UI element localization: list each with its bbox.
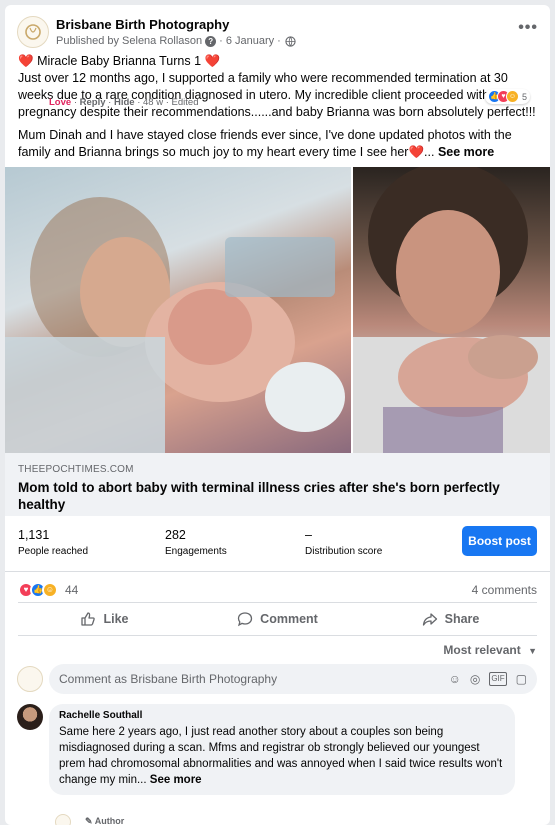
link-preview-caption[interactable]: THEEPOCHTIMES.COM Mom told to abort baby… (5, 453, 550, 516)
thumbs-up-icon (81, 612, 96, 626)
boost-post-button[interactable]: Boost post (462, 526, 537, 556)
camera-icon[interactable]: ◎ (470, 672, 480, 686)
globe-icon (285, 35, 296, 47)
link-domain: THEEPOCHTIMES.COM (18, 464, 134, 475)
comment-reactions[interactable]: 👍 ♥ ☺ 5 (484, 89, 530, 104)
link-preview-image[interactable] (5, 167, 550, 453)
comment-see-more[interactable]: See more (150, 774, 202, 786)
published-by[interactable]: Published by Selena Rollason (56, 35, 202, 47)
comment-author[interactable]: Rachelle Southall (59, 710, 505, 721)
share-icon (422, 613, 437, 626)
post-paragraph-2-wrap: Mum Dinah and I have stayed close friend… (18, 128, 512, 159)
comment-button[interactable]: Comment (191, 603, 364, 635)
heart-icon: ❤️ (408, 145, 425, 159)
photo-mother-newborn-right (353, 167, 550, 453)
comment-label: Comment (260, 612, 318, 626)
post-insights: 1,131 People reached 282 Engagements – D… (5, 516, 550, 572)
caret-down-icon: ▼ (528, 646, 537, 656)
comment-bubble: Rachelle Southall Same here 2 years ago,… (49, 704, 515, 795)
page-logo-icon (25, 24, 41, 40)
comment-love-link[interactable]: Love (49, 97, 71, 108)
separator: · (219, 35, 223, 47)
page-avatar[interactable] (17, 16, 49, 48)
photo-illustration (5, 197, 345, 453)
heart-icon: ❤️ (18, 54, 34, 68)
reply-preview[interactable]: ✎ Author (55, 812, 535, 825)
post-title-line: ❤️ Miracle Baby Brianna Turns 1 ❤️ Just o… (18, 53, 537, 121)
comment-reaction-count: 5 (521, 91, 527, 102)
gif-icon[interactable]: GIF (489, 672, 507, 686)
more-options-button[interactable]: ••• (518, 19, 538, 37)
stat-engagements[interactable]: 282 Engagements (165, 528, 227, 557)
see-more-link[interactable]: See more (438, 145, 494, 159)
stat-label: People reached (18, 546, 89, 557)
comment-text: Same here 2 years ago, I just read anoth… (59, 726, 503, 786)
stat-label: Distribution score (305, 546, 383, 557)
stat-people-reached[interactable]: 1,131 People reached (18, 528, 88, 557)
sort-comments-dropdown[interactable]: Most relevant ▼ (443, 643, 537, 657)
post-date[interactable]: 6 January (226, 35, 274, 47)
post-card: Brisbane Birth Photography Published by … (5, 5, 550, 825)
comment-meta: Love · Reply · Hide · 48 w · Edited (49, 97, 199, 108)
link-title[interactable]: Mom told to abort baby with terminal ill… (18, 479, 518, 513)
reply-avatar (55, 814, 71, 825)
sort-label: Most relevant (443, 643, 521, 657)
post-paragraph-1: Just over 12 months ago, I supported a f… (18, 71, 536, 119)
separator: · (277, 35, 281, 47)
pencil-icon: ✎ (85, 816, 93, 825)
like-button[interactable]: Like (18, 603, 191, 635)
composer-avatar[interactable] (17, 666, 43, 692)
reaction-count[interactable]: 44 (65, 583, 78, 597)
post-title-text: Miracle Baby Brianna Turns 1 (37, 54, 202, 68)
reply-author-badge: ✎ Author (85, 816, 124, 825)
composer-icons: ☺ ◎ GIF ▢ (449, 672, 527, 686)
stat-value: 282 (165, 528, 186, 542)
photo-mother-newborn-left (5, 167, 351, 453)
reaction-icons[interactable]: ♥ 👍 ☺ (18, 582, 58, 598)
heart-icon: ❤️ (204, 54, 221, 68)
like-label: Like (103, 612, 129, 626)
page-name-link[interactable]: Brisbane Birth Photography (56, 17, 229, 32)
comment-text-wrap: Same here 2 years ago, I just read anoth… (59, 724, 505, 788)
share-label: Share (444, 612, 480, 626)
post-header: Brisbane Birth Photography Published by … (5, 5, 550, 53)
more-horizontal-icon: ••• (518, 19, 538, 36)
photo-illustration (353, 167, 550, 453)
comment-icon (238, 612, 253, 627)
comment-hide-link[interactable]: Hide (114, 97, 135, 108)
reply-author-label: Author (94, 816, 125, 825)
comment-edited: Edited (171, 97, 199, 108)
question-icon[interactable]: ? (205, 35, 217, 47)
comment-time[interactable]: 48 w (143, 97, 163, 108)
comments-count[interactable]: 4 comments (472, 583, 537, 597)
stat-label: Engagements (165, 546, 227, 557)
stat-value: 1,131 (18, 528, 50, 542)
share-button[interactable]: Share (364, 603, 537, 635)
care-reaction-icon: ☺ (505, 90, 519, 103)
post-actions: Like Comment Share (18, 602, 537, 636)
sticker-icon[interactable]: ▢ (516, 672, 527, 686)
stat-distribution-score[interactable]: – Distribution score (305, 528, 382, 557)
comment-composer: Comment as Brisbane Birth Photography ☺ … (17, 664, 537, 696)
emoji-icon[interactable]: ☺ (449, 672, 461, 686)
comment-reply-link[interactable]: Reply (80, 97, 106, 108)
post-meta: Published by Selena Rollason ? · 6 Janua… (56, 35, 296, 47)
care-reaction-icon: ☺ (42, 582, 58, 598)
commenter-avatar[interactable] (17, 704, 43, 730)
stat-value: – (305, 528, 312, 542)
